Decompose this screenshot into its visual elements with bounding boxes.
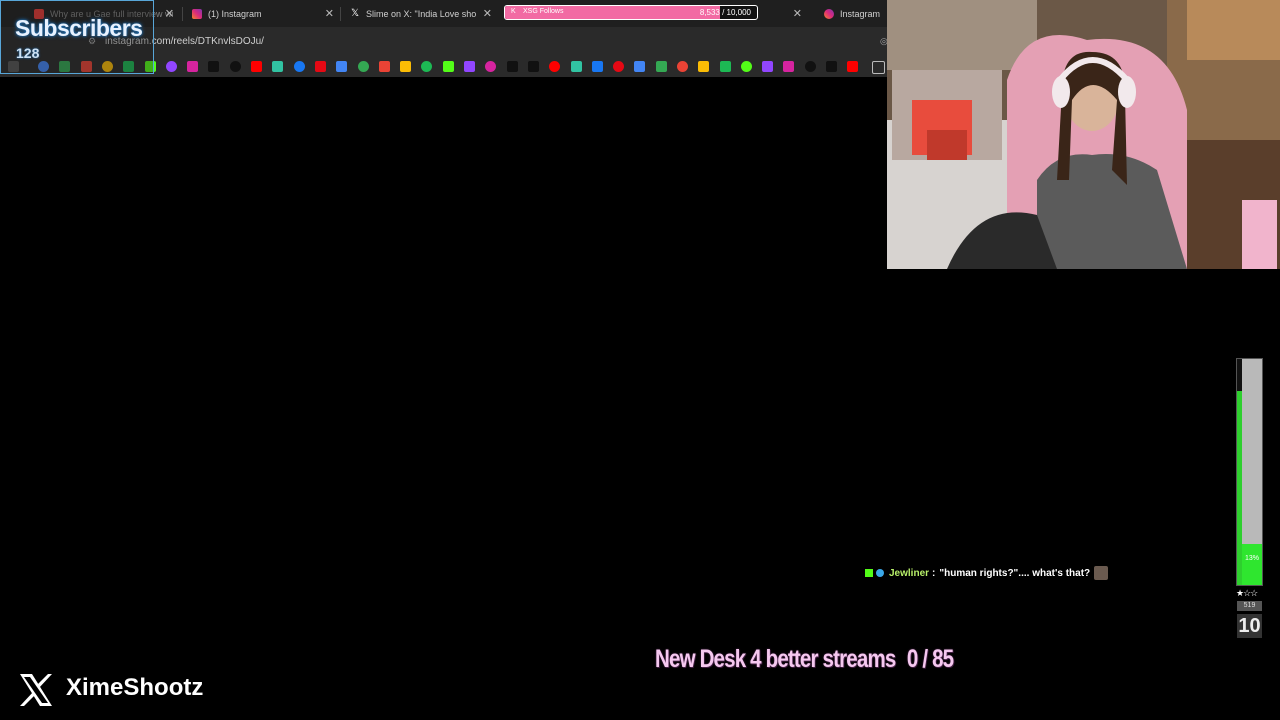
- meter-percent: 13%: [1245, 555, 1260, 563]
- webcam-feed: [887, 0, 1280, 269]
- twitch-bookmark-icon[interactable]: [762, 61, 773, 72]
- twitch-bookmark-icon[interactable]: [166, 61, 177, 72]
- chat-message: Jewliner : "human rights?".... what's th…: [865, 565, 1109, 581]
- follow-goal-label: XSG Follows: [523, 8, 564, 15]
- verified-badge-icon: [876, 569, 884, 577]
- desk-goal-text: New Desk 4 better streams: [655, 645, 896, 673]
- instagram-bookmark-icon[interactable]: [187, 61, 198, 72]
- goal-meter: 13%: [1236, 358, 1263, 586]
- subscribers-label: Subscribers: [15, 15, 143, 41]
- maps-bookmark-icon[interactable]: [656, 61, 667, 72]
- facebook-bookmark-icon[interactable]: [294, 61, 305, 72]
- tiktok-bookmark-icon[interactable]: [230, 61, 241, 72]
- tiktok-bookmark-icon[interactable]: [528, 61, 539, 72]
- tab-x-post[interactable]: 𝕏 Slime on X: "India Love sho ✕: [350, 4, 492, 24]
- follow-goal-count: 8,533 / 10,000: [699, 8, 751, 17]
- close-icon[interactable]: ✕: [165, 7, 174, 20]
- instagram-icon: [824, 9, 834, 19]
- kick-badge-icon: [865, 569, 873, 577]
- netflix-bookmark-icon[interactable]: [315, 61, 326, 72]
- photos-bookmark-icon[interactable]: [698, 61, 709, 72]
- netflix-bookmark-icon[interactable]: [613, 61, 624, 72]
- tab-divider: [340, 7, 341, 21]
- meter-fill: [1242, 544, 1262, 585]
- subscribers-count: 128: [16, 45, 40, 61]
- gmail-bookmark-icon[interactable]: [379, 61, 390, 72]
- gmail-bookmark-icon[interactable]: [677, 61, 688, 72]
- spotify-bookmark-icon[interactable]: [421, 61, 432, 72]
- desk-goal: New Desk 4 better streams 0 / 85: [655, 645, 954, 674]
- chrome-bookmark-icon[interactable]: [634, 61, 645, 72]
- social-handle: XimeShootz: [66, 674, 204, 701]
- youtube-bookmark-icon[interactable]: [549, 61, 560, 72]
- x-bookmark-icon[interactable]: [507, 61, 518, 72]
- x-bookmark-icon[interactable]: [805, 61, 816, 72]
- twitch-bookmark-icon[interactable]: [464, 61, 475, 72]
- close-icon[interactable]: ✕: [325, 7, 334, 20]
- chrome-bookmark-icon[interactable]: [336, 61, 347, 72]
- tab-close-hidden[interactable]: ✕: [788, 4, 808, 24]
- spotify-bookmark-icon[interactable]: [720, 61, 731, 72]
- close-icon[interactable]: ✕: [483, 7, 492, 20]
- folder-icon[interactable]: [872, 61, 885, 74]
- tab-instagram[interactable]: (1) Instagram ✕: [192, 4, 334, 24]
- emote-icon: [1094, 566, 1109, 580]
- subscribers-widget: Subscribers 128: [0, 0, 154, 74]
- desk-goal-count: 0 / 85: [906, 645, 954, 673]
- webcam-image: [887, 0, 1280, 269]
- close-icon[interactable]: ✕: [793, 7, 802, 20]
- tab-divider: [182, 7, 183, 21]
- chat-text: "human rights?".... what's that?: [939, 567, 1091, 579]
- meter-big-value: 10: [1237, 614, 1262, 638]
- streamlabs-bookmark-icon[interactable]: [571, 61, 582, 72]
- tab-title: (1) Instagram: [208, 9, 262, 19]
- streamlabs-bookmark-icon[interactable]: [272, 61, 283, 72]
- x-bookmark-icon[interactable]: [208, 61, 219, 72]
- instagram-icon: [192, 9, 202, 19]
- youtube-bookmark-icon[interactable]: [251, 61, 262, 72]
- star-rating: ★☆☆: [1236, 588, 1258, 598]
- kick-icon: K: [511, 8, 516, 15]
- tab-title: Instagram: [840, 9, 881, 19]
- facebook-bookmark-icon[interactable]: [592, 61, 603, 72]
- x-icon: 𝕏: [350, 8, 360, 19]
- tab-instagram-2[interactable]: Instagram: [824, 4, 888, 24]
- follow-goal-bar: K XSG Follows 8,533 / 10,000: [504, 5, 758, 20]
- instagram-bookmark-icon[interactable]: [783, 61, 794, 72]
- x-logo-icon: [20, 674, 52, 706]
- tiktok-bookmark-icon[interactable]: [826, 61, 837, 72]
- maps-bookmark-icon[interactable]: [358, 61, 369, 72]
- instagram-bookmark-icon[interactable]: [485, 61, 496, 72]
- youtube-bookmark-icon[interactable]: [847, 61, 858, 72]
- tab-title: Slime on X: "India Love sho: [366, 9, 477, 19]
- kick-bookmark-icon[interactable]: [741, 61, 752, 72]
- chat-username: Jewliner: [889, 567, 930, 579]
- kick-bookmark-icon[interactable]: [443, 61, 454, 72]
- meter-small-value: 519: [1237, 601, 1262, 611]
- photos-bookmark-icon[interactable]: [400, 61, 411, 72]
- chat-separator: :: [932, 567, 936, 579]
